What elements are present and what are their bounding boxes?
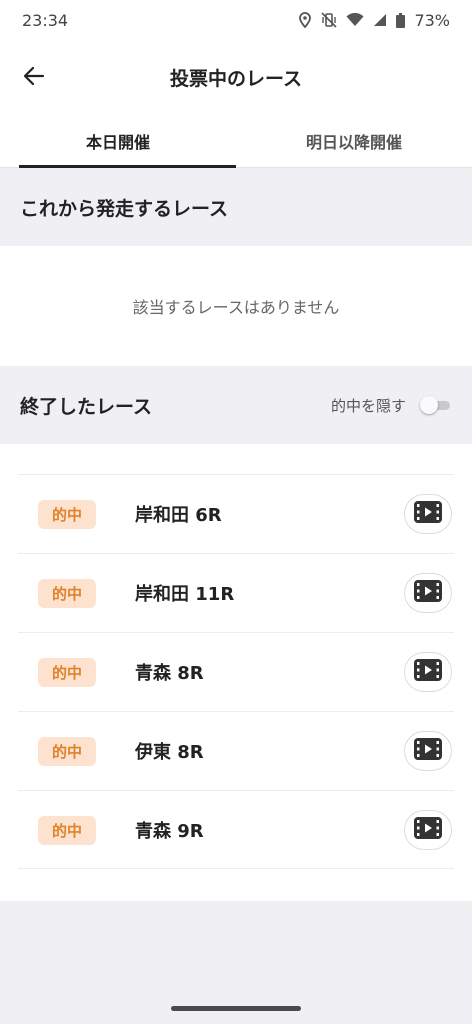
app-bar: 投票中のレース xyxy=(0,40,472,114)
page-title: 投票中のレース xyxy=(169,67,303,90)
race-row[interactable]: 的中 青森 8R xyxy=(18,632,454,711)
hit-badge: 的中 xyxy=(38,658,96,687)
video-play-icon xyxy=(414,580,442,606)
battery-percent: 73% xyxy=(414,10,450,30)
arrow-left-icon xyxy=(23,65,45,91)
finished-section-title: 終了したレース xyxy=(20,395,153,418)
status-icons: 73% xyxy=(298,11,450,30)
upcoming-section-title: これから発走するレース xyxy=(20,197,229,220)
race-name: 青森 8R xyxy=(135,663,204,684)
finished-race-list: 的中 岸和田 6R 的中 岸和田 11R 的中 青森 8R 的中 伊東 8R 的… xyxy=(0,444,472,901)
tab-bar: 本日開催 明日以降開催 xyxy=(0,114,472,168)
status-time: 23:34 xyxy=(22,10,69,30)
hide-hits-label: 的中を隠す xyxy=(330,396,406,415)
video-play-icon xyxy=(414,659,442,685)
upcoming-section-header: これから発走するレース xyxy=(0,168,472,246)
finished-section-header: 終了したレース 的中を隠す xyxy=(0,366,472,444)
race-row[interactable]: 的中 岸和田 11R xyxy=(18,553,454,632)
race-name: 岸和田 6R xyxy=(135,505,222,526)
back-button[interactable] xyxy=(16,60,52,96)
race-video-button[interactable] xyxy=(404,810,452,850)
hide-hits-toggle[interactable] xyxy=(420,396,452,414)
race-name: 伊東 8R xyxy=(135,742,204,763)
wifi-icon xyxy=(346,13,364,27)
hit-badge: 的中 xyxy=(38,579,96,608)
race-row[interactable]: 的中 岸和田 6R xyxy=(18,474,454,553)
race-video-button[interactable] xyxy=(404,494,452,534)
location-icon xyxy=(298,12,312,28)
video-play-icon xyxy=(414,817,442,843)
tab-today[interactable]: 本日開催 xyxy=(0,114,236,168)
empty-message: 該当するレースはありません xyxy=(132,298,340,317)
race-name: 岸和田 11R xyxy=(135,584,235,605)
screen: 23:34 73% 投票中のレース 本日開催 明日以降開催 これから発走するレー… xyxy=(0,0,472,1024)
upcoming-empty-state: 該当するレースはありません xyxy=(0,246,472,366)
hit-badge: 的中 xyxy=(38,816,96,845)
hide-hits-control: 的中を隠す xyxy=(331,395,452,416)
race-name: 青森 9R xyxy=(135,821,204,842)
gesture-nav-handle[interactable] xyxy=(171,1006,301,1011)
hit-badge: 的中 xyxy=(38,737,96,766)
tab-tomorrow-onward[interactable]: 明日以降開催 xyxy=(236,114,472,167)
hit-badge: 的中 xyxy=(38,500,96,529)
video-play-icon xyxy=(414,738,442,764)
race-video-button[interactable] xyxy=(404,652,452,692)
race-row[interactable]: 的中 青森 9R xyxy=(18,790,454,869)
video-play-icon xyxy=(414,501,442,527)
toggle-thumb xyxy=(420,396,438,414)
signal-icon xyxy=(373,13,387,27)
race-video-button[interactable] xyxy=(404,573,452,613)
race-video-button[interactable] xyxy=(404,731,452,771)
status-bar: 23:34 73% xyxy=(0,0,472,40)
vibrate-off-icon xyxy=(321,12,338,28)
race-row[interactable]: 的中 伊東 8R xyxy=(18,711,454,790)
battery-icon xyxy=(396,12,406,28)
